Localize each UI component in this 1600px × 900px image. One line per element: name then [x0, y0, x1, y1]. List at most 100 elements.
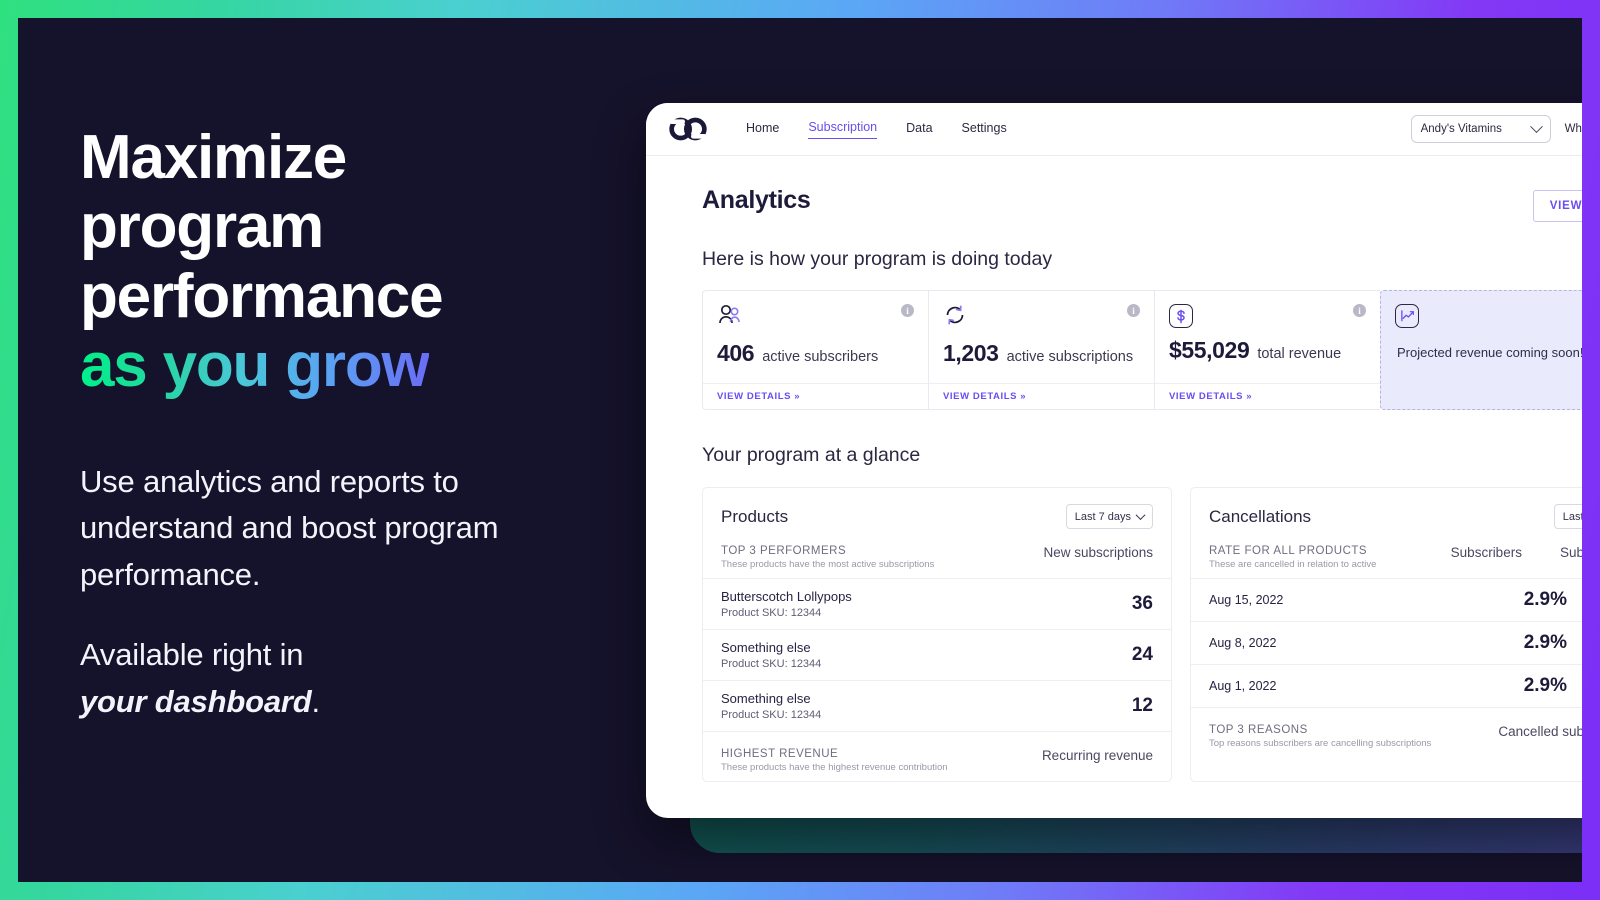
cancellation-date: Aug 1, 2022 — [1209, 679, 1277, 693]
table-row[interactable]: Something else Product SKU: 12344 24 — [703, 629, 1171, 680]
dollar-icon — [1169, 304, 1193, 328]
headline-line-2: program — [80, 192, 324, 262]
cancellation-subscribers-rate: 2.9% — [1523, 632, 1567, 653]
account-select-value: Andy's Vitamins — [1420, 123, 1502, 135]
headline-line-1: Maximize — [80, 123, 347, 192]
kpi-view-details-link[interactable]: VIEW DETAILS » — [929, 383, 1154, 409]
product-values: 36 — [1107, 593, 1153, 615]
headline-accent: as you grow — [80, 331, 430, 401]
nav-right-group: Andy's Vitamins What's New? 1 — [1410, 115, 1582, 143]
highest-revenue-columns: Recurring revenue — [1042, 748, 1153, 763]
highest-revenue-eyebrow: HIGHEST REVENUE — [721, 748, 839, 760]
kpi-value: 406 — [717, 340, 755, 366]
kpi-card-subscriptions[interactable]: i 1,203 active subscriptions VIEW DETAIL… — [928, 290, 1154, 410]
table-row[interactable]: Something else Product SKU: 12344 12 — [703, 680, 1171, 731]
table-row[interactable]: Aug 1, 2022 2.9% 4.9% — [1191, 664, 1582, 707]
glance-section-title: Your program at a glance — [702, 444, 921, 466]
cancellation-values: 2.9% 4.9% — [1521, 589, 1582, 611]
info-icon[interactable]: i — [1127, 304, 1140, 317]
top-performers-eyebrow: TOP 3 PERFORMERS — [721, 545, 847, 557]
cancellation-date-cell: Aug 1, 2022 — [1209, 679, 1276, 693]
table-row[interactable]: Butterscotch Lollypops Product SKU: 1234… — [703, 578, 1171, 629]
kpi-value: 1,203 — [943, 340, 999, 366]
column-new-subscriptions: New subscriptions — [1043, 545, 1153, 560]
kpi-label: active subscribers — [762, 349, 879, 365]
products-period-select[interactable]: Last 7 days — [1065, 504, 1153, 529]
trend-chart-icon — [1395, 304, 1419, 328]
whats-new-link[interactable]: What's New? 1 — [1565, 122, 1582, 137]
kpi-card-subscribers[interactable]: i 406 active subscribers VIEW DETAILS » — [702, 290, 928, 410]
product-sku: Product SKU: 12344 — [721, 709, 822, 721]
table-row[interactable]: Aug 15, 2022 2.9% 4.9% — [1191, 578, 1582, 621]
info-icon[interactable]: i — [901, 304, 914, 317]
product-info: Something else Product SKU: 12344 — [721, 691, 821, 721]
product-name: Something else — [721, 640, 811, 655]
chain-link-logo[interactable] — [668, 116, 708, 142]
nav-link-settings[interactable]: Settings — [962, 121, 1007, 137]
highest-revenue-section: HIGHEST REVENUE These products have the … — [703, 731, 1171, 781]
nav-links: Home Subscription Data Settings — [746, 120, 1007, 139]
info-icon[interactable]: i — [1353, 304, 1366, 317]
cancellation-subscribers-rate: 2.9% — [1523, 589, 1567, 610]
kpi-label: active subscriptions — [1006, 349, 1134, 365]
column-cancelled-subscriptions: Cancelled subscriptions — [1498, 724, 1582, 739]
cancellations-period-value: Last 7 days — [1562, 510, 1582, 523]
headline: Maximize program performance as you grow — [80, 123, 600, 401]
top-reasons-eyebrow: TOP 3 REASONS — [1209, 724, 1308, 736]
product-sku: Product SKU: 12344 — [721, 607, 822, 619]
cancellation-date-cell: Aug 8, 2022 — [1209, 636, 1276, 650]
kpi-card-top: i — [703, 291, 928, 331]
cancellation-values: 2.9% 4.9% — [1521, 632, 1582, 654]
kpi-value-row: 406 active subscribers — [703, 331, 928, 367]
chevron-down-icon — [1135, 510, 1146, 521]
page-subtitle-row: Here is how your program is doing today … — [702, 248, 1582, 271]
view-report-button[interactable]: VIEW REPORT — [1532, 190, 1582, 222]
panel-row: Products Last 7 days TOP 3 PERFORMERS Th… — [702, 487, 1582, 782]
product-name: Butterscotch Lollypops — [721, 589, 852, 604]
nav-link-home[interactable]: Home — [746, 121, 779, 137]
marketing-copy: Maximize program performance as you grow… — [80, 123, 600, 725]
cancellation-subscribers-rate: 2.9% — [1523, 675, 1567, 696]
kpi-card-top: i — [1155, 291, 1380, 328]
kpi-view-details-link[interactable]: VIEW DETAILS » — [1155, 383, 1380, 409]
page-title: Analytics — [702, 186, 811, 214]
nav-link-data[interactable]: Data — [906, 121, 932, 137]
kpi-value: $55,029 — [1169, 337, 1250, 363]
cancellations-period-select[interactable]: Last 7 days — [1553, 504, 1582, 529]
kpi-card-top: i — [929, 291, 1154, 331]
cancellations-panel: Cancellations Last 7 days RATE FOR ALL P… — [1190, 487, 1582, 782]
product-values: 24 — [1107, 644, 1153, 666]
cancellation-rate-columns: Subscribers Subscriptions — [1451, 545, 1582, 560]
products-panel-title: Products — [721, 506, 789, 526]
page-subtitle: Here is how your program is doing today — [702, 248, 1053, 270]
table-row[interactable]: Aug 8, 2022 2.9% 4.9% — [1191, 621, 1582, 664]
top-reasons-sub: Top reasons subscribers are cancelling s… — [1209, 738, 1432, 749]
subscribers-icon — [717, 304, 743, 331]
products-panel: Products Last 7 days TOP 3 PERFORMERS Th… — [702, 487, 1172, 782]
kpi-card-revenue[interactable]: i $55,029 total revenue VIEW DETAILS » — [1154, 290, 1380, 410]
kpi-value-row: $55,029 total revenue — [1155, 328, 1380, 364]
top-performers-header: TOP 3 PERFORMERS These products have the… — [703, 529, 1171, 578]
top-performers-labels: TOP 3 PERFORMERS These products have the… — [721, 545, 934, 570]
nav-link-subscription[interactable]: Subscription — [808, 120, 878, 139]
body-paragraph-1: Use analytics and reports to understand … — [80, 463, 499, 592]
whats-new-label: What's New? — [1564, 123, 1582, 135]
column-recurring-revenue: Recurring revenue — [1041, 748, 1153, 763]
projected-revenue-text: Projected revenue coming soon! — [1397, 345, 1582, 360]
top-reasons-columns: Cancelled subscriptions — [1498, 724, 1582, 739]
cancellation-rate-header: RATE FOR ALL PRODUCTS These are cancelle… — [1191, 529, 1582, 578]
page-title-row: Analytics VIEW REPORT — [702, 186, 1582, 222]
kpi-label: total revenue — [1257, 346, 1342, 362]
product-sku: Product SKU: 12344 — [721, 658, 822, 670]
dashboard-body: Analytics VIEW REPORT Here is how your p… — [646, 156, 1582, 782]
account-select[interactable]: Andy's Vitamins — [1410, 115, 1551, 143]
products-panel-head: Products Last 7 days — [703, 488, 1171, 529]
app-top-nav: Home Subscription Data Settings Andy's V… — [646, 103, 1582, 156]
products-period-value: Last 7 days — [1074, 510, 1131, 523]
cancellation-rate-eyebrow: RATE FOR ALL PRODUCTS — [1209, 545, 1368, 557]
kpi-view-details-link[interactable]: VIEW DETAILS » — [703, 383, 928, 409]
product-info: Butterscotch Lollypops Product SKU: 1234… — [721, 589, 852, 619]
highest-revenue-header: HIGHEST REVENUE These products have the … — [703, 732, 1171, 781]
column-subscriptions: Subscriptions — [1559, 545, 1582, 560]
body-paragraph-2-emphasis: your dashboard — [80, 683, 312, 719]
